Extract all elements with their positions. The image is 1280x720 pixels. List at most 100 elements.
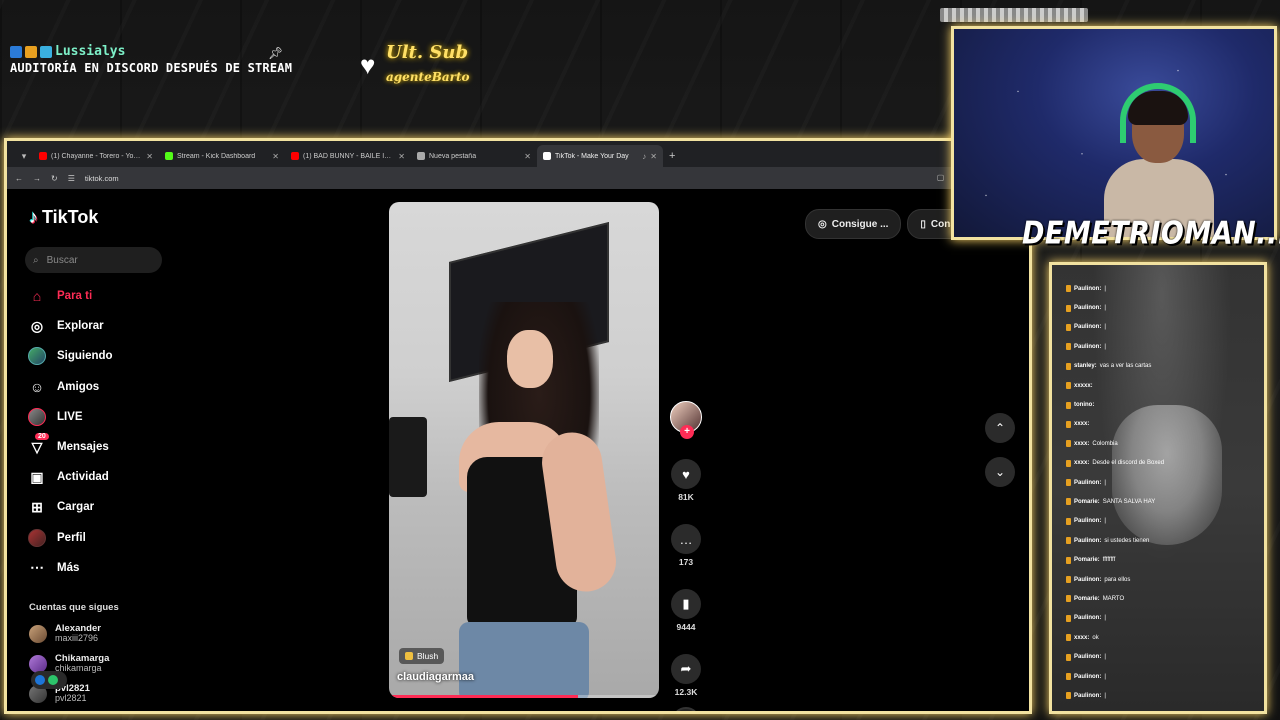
bookmark-icon: ▮ <box>682 596 690 611</box>
streamer-name: DEMETRIOMAN... <box>1022 215 1280 252</box>
chat-text: | <box>1104 479 1106 486</box>
chat-message: Paulinon: | <box>1066 473 1256 492</box>
video-progress-bar[interactable] <box>389 695 659 698</box>
browser-tab[interactable]: (1) BAD BUNNY - BAILE INoLVID ✕ <box>285 145 411 167</box>
search-input[interactable]: ⌕ Buscar <box>25 247 162 273</box>
heart-icon: ♥ <box>360 50 376 80</box>
url-field[interactable]: tiktok.com <box>85 174 119 183</box>
next-video-button[interactable]: ⌄ <box>985 457 1015 487</box>
nav-item-live[interactable]: LIVE <box>27 402 187 432</box>
following-account[interactable]: Alexander maxiii2796 <box>29 619 109 649</box>
tab-title: Nueva pestaña <box>429 152 477 160</box>
nav-item-perfil[interactable]: Perfil <box>27 523 187 553</box>
video-frame-jeans <box>459 622 589 698</box>
chat-username: Paulinon: <box>1074 576 1102 583</box>
chat-message: Paulinon: | <box>1066 318 1256 337</box>
music-disc-icon[interactable] <box>672 707 700 711</box>
chat-message: Paulinon: | <box>1066 298 1256 317</box>
close-icon[interactable]: ✕ <box>146 152 153 161</box>
chat-username: xxxxx: <box>1074 382 1093 389</box>
like-button[interactable]: ♥ <box>671 459 701 489</box>
video-author[interactable]: claudiagarmaa <box>397 671 474 683</box>
forward-icon[interactable]: → <box>33 174 41 183</box>
share-count: 12.3K <box>674 687 698 697</box>
share-button[interactable]: ➦ <box>671 654 701 684</box>
floating-widget[interactable] <box>31 671 67 689</box>
chat-username: stanley: <box>1074 363 1097 370</box>
following-avatar-icon <box>27 347 47 366</box>
coin-icon: ◎ <box>818 218 827 230</box>
chat-username: Paulinon: <box>1074 343 1102 350</box>
close-icon[interactable]: ✕ <box>650 152 657 161</box>
author-avatar[interactable]: + <box>670 401 702 439</box>
close-icon[interactable]: ✕ <box>524 152 531 161</box>
nav-item-mas[interactable]: ⋯ Más <box>27 553 187 583</box>
save-button[interactable]: ▮ <box>671 589 701 619</box>
chat-message: Pomarie: SANTA SALVA HAY <box>1066 492 1256 511</box>
browser-tab[interactable]: (1) Chayanne - Torero - YouTube ✕ <box>33 145 159 167</box>
nav-item-actividad[interactable]: ▣ Actividad <box>27 462 187 492</box>
video-frame-face <box>507 330 553 388</box>
effect-tag[interactable]: Blush <box>399 648 445 664</box>
chat-username: Paulinon: <box>1074 654 1102 661</box>
chat-text: | <box>1104 305 1106 312</box>
heart-icon: ♥ <box>682 466 690 482</box>
chat-text: | <box>1104 518 1106 525</box>
reload-icon[interactable]: ↻ <box>51 174 58 183</box>
get-coins-button[interactable]: ◎ Consigue ... <box>805 209 902 239</box>
chat-badge-icon <box>1066 382 1071 390</box>
close-icon[interactable]: ✕ <box>272 152 279 161</box>
nav-item-amigos[interactable]: ☺ Amigos <box>27 372 187 402</box>
chat-message: tonino: <box>1066 395 1256 414</box>
new-tab-button[interactable]: + <box>663 145 681 167</box>
back-icon[interactable]: ← <box>15 174 23 183</box>
nav-label: Actividad <box>57 471 109 484</box>
nav-label: Perfil <box>57 531 86 544</box>
nav-item-mensajes[interactable]: ▽ 20 Mensajes <box>27 432 187 462</box>
following-handle: maxiii2796 <box>55 633 99 644</box>
chat-messages: Paulinon: | Paulinon: | Paulinon: | Paulinon: |… <box>1066 279 1256 706</box>
more-icon: ⋯ <box>30 559 44 576</box>
follow-plus-icon[interactable]: + <box>680 425 694 439</box>
previous-video-button[interactable]: ⌃ <box>985 413 1015 443</box>
nav-label: Más <box>57 561 80 574</box>
chat-username: xxxx: <box>1074 634 1090 641</box>
chat-badge-icon <box>1066 285 1071 293</box>
chat-message: xxxx: <box>1066 415 1256 434</box>
browser-tab[interactable]: Stream - Kick Dashboard ✕ <box>159 145 285 167</box>
chat-badge-icon <box>1066 595 1071 603</box>
tab-search-chevron-icon[interactable]: ▾ <box>15 145 33 167</box>
audio-icon[interactable]: ♪ <box>642 152 646 161</box>
chat-username: xxxx: <box>1074 460 1090 467</box>
chat-username: xxxx: <box>1074 421 1090 428</box>
chat-username: Paulinon: <box>1074 305 1102 312</box>
stream-chat: Paulinon: | Paulinon: | Paulinon: | Paulinon: |… <box>1049 262 1267 714</box>
chat-text: MARTO <box>1102 595 1125 602</box>
cast-icon[interactable]: ▢ <box>937 173 945 183</box>
chat-text: | <box>1104 654 1106 661</box>
youtube-favicon-icon <box>291 152 299 160</box>
browser-tab[interactable]: Nueva pestaña ✕ <box>411 145 537 167</box>
browser-window: ▾ (1) Chayanne - Torero - YouTube ✕ Stre… <box>4 138 1032 714</box>
tab-bar: ▾ (1) Chayanne - Torero - YouTube ✕ Stre… <box>7 141 1029 167</box>
comment-button[interactable]: … <box>671 524 701 554</box>
nav-item-para-ti[interactable]: ⌂ Para ti <box>27 281 187 311</box>
nav-item-explorar[interactable]: ◎ Explorar <box>27 311 187 341</box>
nav-item-siguiendo[interactable]: Siguiendo <box>27 341 187 371</box>
chat-text: para ellos <box>1104 576 1131 583</box>
chat-badge-icon <box>1066 614 1071 622</box>
pin-icon: 📌︎ <box>268 46 284 60</box>
close-icon[interactable]: ✕ <box>398 152 405 161</box>
chat-username: tonino: <box>1074 402 1095 409</box>
chat-username: Paulinon: <box>1074 537 1102 544</box>
video-player[interactable]: Blush claudiagarmaa <box>389 202 659 698</box>
site-info-icon[interactable]: ☰ <box>68 174 75 183</box>
chevron-down-icon: ⌄ <box>994 465 1006 479</box>
nav-label: Siguiendo <box>57 350 113 363</box>
nav-item-cargar[interactable]: ⊞ Cargar <box>27 492 187 522</box>
profile-icon <box>27 528 47 547</box>
chat-message: Paulinon: | <box>1066 279 1256 298</box>
browser-tab-active[interactable]: TikTok - Make Your Day ♪ ✕ <box>537 145 663 167</box>
tiktok-logo[interactable]: ♪ TikTok <box>29 207 98 228</box>
share-icon: ➦ <box>680 661 692 676</box>
